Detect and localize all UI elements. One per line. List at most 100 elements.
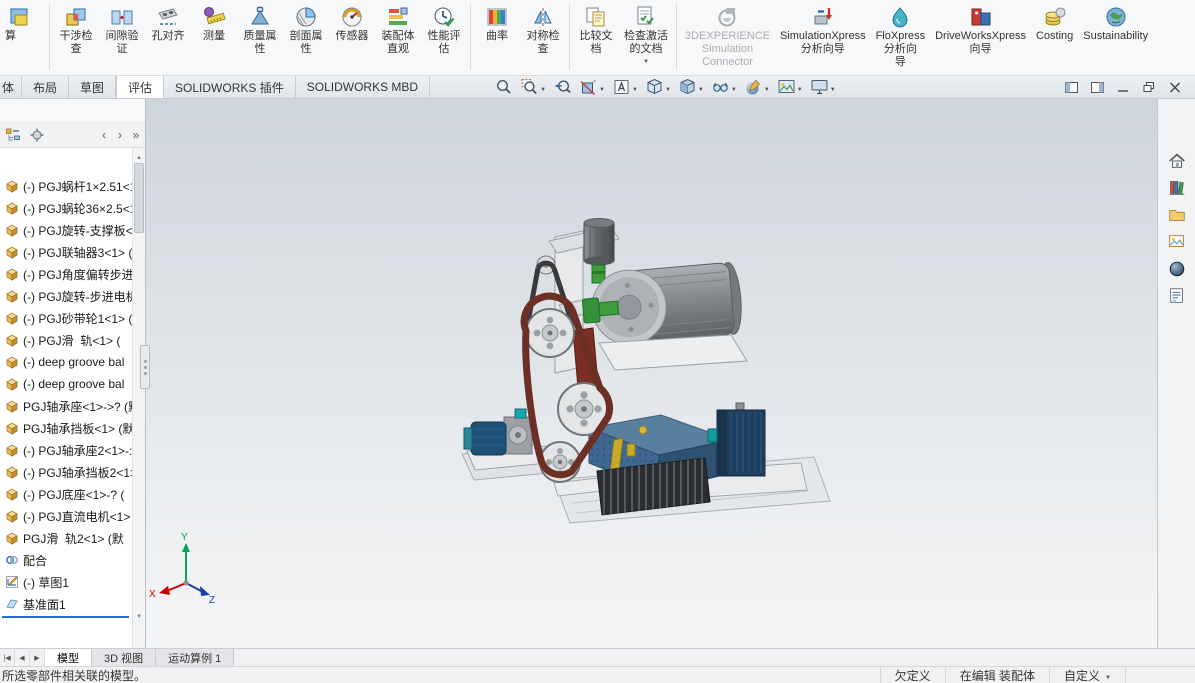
- panel-tab-forward-button[interactable]: [114, 129, 126, 141]
- scrollbar-thumb[interactable]: [134, 163, 144, 233]
- panel-splitter-grip[interactable]: [140, 345, 150, 389]
- scroll-down-arrow[interactable]: [133, 607, 145, 620]
- tree-item[interactable]: (-) deep groove bal: [0, 373, 132, 395]
- ribbon-button-check-active-document[interactable]: 检查激活 的文档: [619, 2, 673, 74]
- tab-nav-next-button[interactable]: [30, 649, 45, 666]
- tree-scrollbar[interactable]: [132, 148, 145, 648]
- ribbon-button-sensor[interactable]: 传感器: [329, 2, 375, 74]
- section-view-button[interactable]: [577, 77, 607, 97]
- tree-item-plane[interactable]: 基准面1: [0, 593, 132, 615]
- status-units-custom[interactable]: 自定义: [1049, 667, 1125, 683]
- tree-item-sketch[interactable]: (-) 草图1: [0, 571, 132, 593]
- status-under-defined: 欠定义: [880, 667, 945, 683]
- tab-sketch[interactable]: 草图: [69, 76, 116, 98]
- tree-item[interactable]: (-) PGJ轴承座2<1>-:: [0, 439, 132, 461]
- ribbon-button-driveworksxpress-wizard[interactable]: DriveWorksXpress 向导: [930, 2, 1031, 74]
- hide-show-items-button[interactable]: [709, 77, 739, 97]
- tab-layout[interactable]: 布局: [22, 76, 69, 98]
- featuremanager-tree-tab[interactable]: [3, 125, 23, 145]
- ribbon-button-compare-documents[interactable]: 比较文 档: [573, 2, 619, 74]
- ribbon-button-symmetry-check[interactable]: 对称检 查: [520, 2, 566, 74]
- ribbon-button-mass-properties[interactable]: 质量属 性: [237, 2, 283, 74]
- ribbon-button-label: 间隙验 证: [106, 30, 139, 56]
- tree-item[interactable]: (-) deep groove bal: [0, 351, 132, 373]
- zoom-to-fit-button[interactable]: [492, 77, 515, 97]
- taskpane-design-library-button[interactable]: [1163, 176, 1191, 200]
- tree-item[interactable]: (-) PGJ底座<1>-? (: [0, 483, 132, 505]
- tab-nav-previous-button[interactable]: [15, 649, 30, 666]
- tree-item-label: (-) PGJ联轴器3<1> (: [23, 244, 132, 261]
- ribbon-button-costing[interactable]: Costing: [1031, 2, 1078, 74]
- pane-toggle-left-button[interactable]: [1063, 80, 1079, 94]
- ribbon-button-cropped[interactable]: 算: [0, 2, 46, 74]
- ribbon-button-sustainability[interactable]: Sustainability: [1078, 2, 1153, 74]
- ribbon-button-hole-alignment[interactable]: 孔对齐: [145, 2, 191, 74]
- featuremanager-panel: (-) PGJ蜗杆1×2.51<1 (-) PGJ蜗轮36×2.5<1 (-) …: [0, 99, 146, 648]
- tree-item[interactable]: (-) PGJ砂带轮1<1> (: [0, 307, 132, 329]
- ribbon-button-floxpress-wizard[interactable]: FloXpress 分析向 导: [871, 2, 931, 74]
- view-orientation-button[interactable]: [643, 77, 673, 97]
- ribbon-button-clearance-verification[interactable]: 间隙验 证: [99, 2, 145, 74]
- tree-item[interactable]: (-) PGJ直流电机<1>: [0, 505, 132, 527]
- ribbon-button-section-properties[interactable]: 剖面属 性: [283, 2, 329, 74]
- ribbon-button-interference-check[interactable]: 干涉检 查: [53, 2, 99, 74]
- pane-toggle-right-button[interactable]: [1089, 80, 1105, 94]
- tree-item[interactable]: (-) PGJ旋转-支撑板<: [0, 219, 132, 241]
- model-transformer[interactable]: [708, 403, 765, 476]
- taskpane-view-palette-button[interactable]: [1163, 230, 1191, 254]
- model-tab[interactable]: 模型: [45, 649, 92, 666]
- tree-item[interactable]: (-) PGJ轴承挡板2<1>: [0, 461, 132, 483]
- model-stepper-motor[interactable]: [584, 219, 614, 284]
- motion-study-tab[interactable]: 运动算例 1: [156, 649, 234, 666]
- tree-item[interactable]: PGJ轴承座<1>->? (默: [0, 395, 132, 417]
- tab-nav-first-button[interactable]: [0, 649, 15, 666]
- display-style-button[interactable]: [676, 77, 706, 97]
- panel-tab-back-button[interactable]: [98, 129, 110, 141]
- tree-item[interactable]: PGJ滑 轨2<1> (默: [0, 527, 132, 549]
- graphics-area[interactable]: Y X Z: [146, 99, 1157, 648]
- tree-item[interactable]: PGJ轴承挡板<1> (默: [0, 417, 132, 439]
- simulationxpress-icon: [811, 5, 835, 29]
- tree-item[interactable]: (-) PGJ旋转-步进电机: [0, 285, 132, 307]
- restore-button[interactable]: [1141, 80, 1157, 94]
- tree-item[interactable]: (-) PGJ滑 轨<1> (: [0, 329, 132, 351]
- tree-item[interactable]: (-) PGJ蜗轮36×2.5<1: [0, 197, 132, 219]
- edit-appearance-button[interactable]: [742, 77, 772, 97]
- ribbon-button-performance-evaluation[interactable]: 性能评 估: [421, 2, 467, 74]
- 3d-views-tab[interactable]: 3D 视图: [92, 649, 156, 666]
- apply-scene-button[interactable]: [775, 77, 805, 97]
- tab-evaluate[interactable]: 评估: [116, 76, 164, 98]
- taskpane-home-button[interactable]: [1163, 149, 1191, 173]
- taskpane-file-explorer-button[interactable]: [1163, 203, 1191, 227]
- dropdown-caret-icon: [643, 56, 649, 63]
- minimize-button[interactable]: [1115, 80, 1131, 94]
- zoom-to-area-button[interactable]: [518, 77, 548, 97]
- rollback-bar[interactable]: [2, 616, 129, 618]
- configuration-manager-tab[interactable]: [27, 125, 47, 145]
- ribbon-button-measure[interactable]: 测量: [191, 2, 237, 74]
- assembly-visualization-icon: [386, 5, 410, 29]
- tree-item[interactable]: (-) PGJ蜗杆1×2.51<1: [0, 175, 132, 197]
- tree-item-mates[interactable]: 配合: [0, 549, 132, 571]
- ribbon-button-assembly-visualization[interactable]: 装配体 直观: [375, 2, 421, 74]
- assembly-model: Y X Z: [146, 99, 1157, 648]
- tree-item[interactable]: (-) PGJ联轴器3<1> (: [0, 241, 132, 263]
- view-settings-button[interactable]: [808, 77, 838, 97]
- tree-item-label: (-) PGJ轴承挡板2<1>: [23, 464, 132, 481]
- tab-solidworks-addins[interactable]: SOLIDWORKS 插件: [164, 76, 296, 98]
- tree-item[interactable]: (-) PGJ角度偏转步进电: [0, 263, 132, 285]
- ribbon-button-simulationxpress-wizard[interactable]: SimulationXpress 分析向导: [775, 2, 871, 74]
- dynamic-annotation-views-button[interactable]: [610, 77, 640, 97]
- taskpane-appearances-button[interactable]: [1163, 257, 1191, 281]
- tree-item-label: 基准面1: [23, 596, 66, 613]
- scroll-up-arrow[interactable]: [133, 148, 145, 161]
- panel-pin-button[interactable]: [130, 129, 142, 141]
- tab-solidworks-mbd[interactable]: SOLIDWORKS MBD: [296, 76, 430, 98]
- close-button[interactable]: [1167, 80, 1183, 94]
- taskpane-custom-properties-button[interactable]: [1163, 284, 1191, 308]
- mass-properties-icon: [248, 5, 272, 29]
- ribbon-button-label: 对称检 查: [527, 30, 560, 56]
- tab-assembly[interactable]: 体: [0, 76, 22, 98]
- previous-view-button[interactable]: [551, 77, 574, 97]
- ribbon-button-curvature[interactable]: 曲率: [474, 2, 520, 74]
